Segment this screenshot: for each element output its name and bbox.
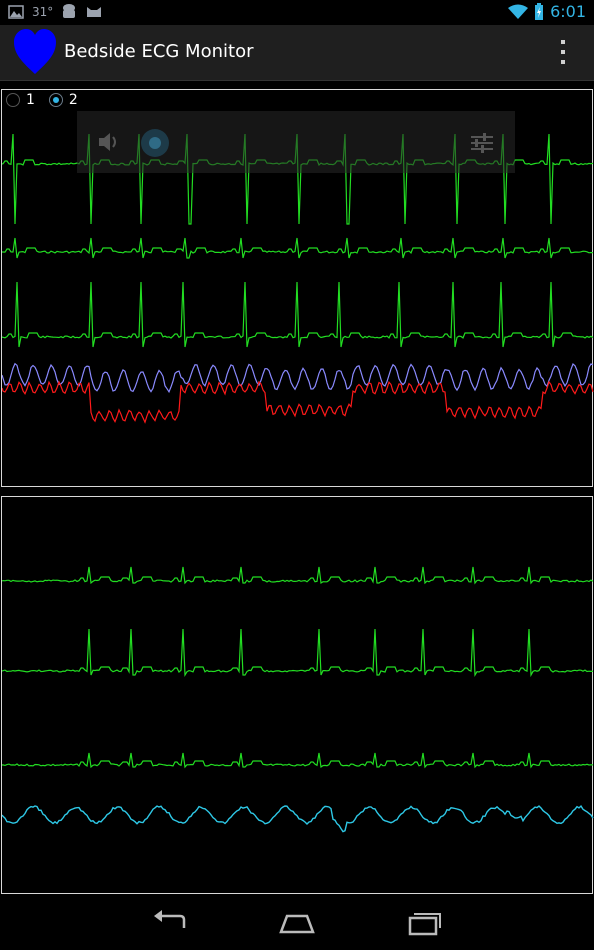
status-left: 31° (8, 3, 103, 21)
home-icon[interactable] (277, 906, 317, 938)
trace-signal-red (2, 380, 594, 424)
recent-apps-icon[interactable] (404, 906, 444, 938)
image-notification-icon (8, 5, 24, 19)
radio-screen-1[interactable] (6, 93, 20, 107)
trace-lead-4 (2, 566, 594, 585)
ecg-panel-2 (1, 496, 594, 894)
back-icon[interactable] (150, 906, 190, 938)
trace-lead-6 (2, 752, 594, 769)
heart-icon (14, 29, 56, 74)
trace-lead-2 (2, 237, 594, 259)
app-title: Bedside ECG Monitor (64, 41, 254, 62)
wifi-icon (508, 4, 529, 19)
trace-signal-cyan (2, 805, 594, 833)
radio-screen-2-label: 2 (68, 92, 78, 108)
radio-screen-2[interactable] (48, 93, 63, 107)
android-icon (63, 4, 76, 18)
action-bar: Bedside ECG Monitor (0, 25, 594, 81)
temperature-text: 31° (32, 5, 54, 19)
radio-screen-1-label: 1 (26, 92, 35, 108)
trace-lead-5 (2, 628, 594, 678)
sliders-icon[interactable] (469, 131, 495, 155)
trace-signal-blue (2, 362, 594, 394)
media-controls-overlay (77, 111, 515, 173)
circle-icon[interactable] (139, 127, 171, 159)
cat-icon (87, 7, 102, 17)
nav-bar (0, 894, 594, 950)
status-right: 6:01 (508, 2, 586, 21)
clock: 6:01 (550, 2, 586, 21)
ecg-panel-2-canvas (2, 566, 594, 833)
screen-selector: 1 2 (6, 92, 86, 108)
trace-lead-3 (2, 281, 594, 348)
speaker-icon[interactable] (97, 131, 121, 153)
overflow-menu-icon[interactable] (552, 37, 574, 67)
battery-charging-icon (535, 2, 544, 20)
status-bar: 31° 6:01 (0, 0, 594, 25)
